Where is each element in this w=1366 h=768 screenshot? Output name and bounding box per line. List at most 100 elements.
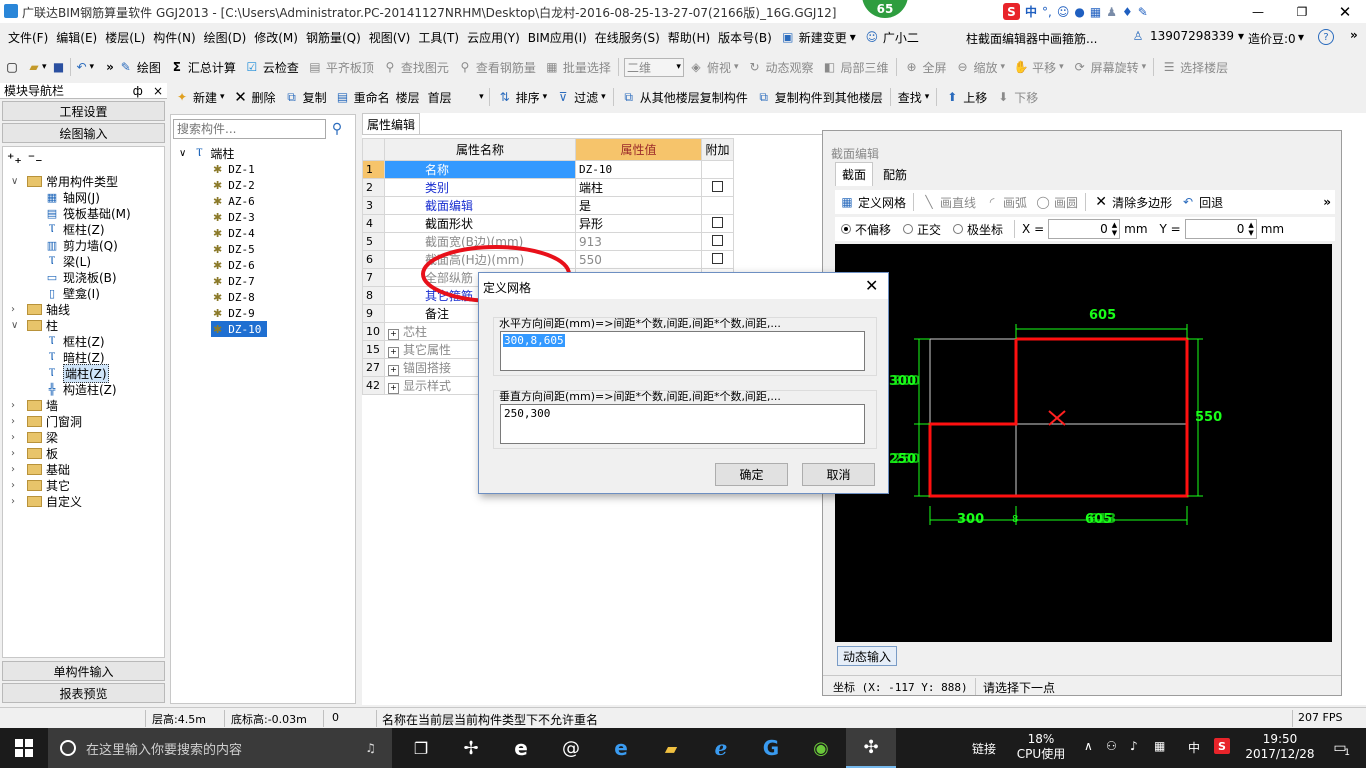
property-value[interactable]: 是 — [575, 196, 702, 215]
nav-tree-item[interactable]: ∨ 柱 — [11, 317, 58, 333]
tree-collapsed-icon[interactable]: › — [11, 432, 23, 443]
horizontal-spacing-input[interactable]: 300,8,605 — [500, 331, 865, 371]
component-item[interactable]: ✱ DZ-1 — [213, 161, 255, 177]
undo-icon[interactable]: ↶ — [74, 59, 90, 75]
copy-from-floor-button[interactable]: ⧉ 从其他楼层复制构件 — [617, 86, 752, 108]
expand-plus-icon[interactable]: + — [388, 365, 399, 376]
nav-tree-item[interactable]: › 门窗洞 — [11, 413, 82, 429]
expand-all-icon[interactable]: ⁺₊ — [7, 151, 22, 167]
search-icon[interactable]: ⚲ — [326, 119, 348, 139]
nav-tree-item[interactable]: ▤ 筏板基础(M) — [45, 205, 131, 221]
tray-sogou-icon[interactable]: S — [1214, 738, 1230, 754]
properties-tab[interactable]: 属性编辑 — [362, 113, 420, 134]
property-value[interactable]: 异形 — [575, 214, 702, 233]
menu-view[interactable]: 视图(V) — [365, 26, 415, 48]
copy-button[interactable]: ⧉ 复制 — [280, 86, 331, 108]
component-item[interactable]: ✱ DZ-7 — [213, 273, 255, 289]
menu-cloud[interactable]: 云应用(Y) — [463, 26, 524, 48]
account-phone[interactable]: ♙ 13907298339 ▾ — [1130, 28, 1244, 44]
define-grid-button[interactable]: ▦ 定义网格 — [835, 191, 910, 213]
tab-reinforcement[interactable]: 配筋 — [873, 163, 917, 186]
pin-icon[interactable]: ф — [133, 84, 143, 98]
component-item[interactable]: ✱ DZ-9 — [213, 305, 255, 321]
component-item[interactable]: ✱ DZ-6 — [213, 257, 255, 273]
menu-online[interactable]: 在线服务(S) — [591, 26, 664, 48]
menu-file[interactable]: 文件(F) — [4, 26, 52, 48]
section-canvas[interactable]: 605 550 300 300 250 250 300 8 605 613 — [835, 244, 1332, 642]
report-preview-button[interactable]: 报表预览 — [2, 683, 165, 703]
tree-expanded-icon[interactable]: ∨ — [11, 176, 23, 187]
component-search-input[interactable] — [173, 119, 326, 139]
dynamic-input-button[interactable]: 动态输入 — [837, 646, 897, 666]
radio-no-offset[interactable] — [841, 224, 851, 234]
tray-network-icon[interactable]: ⚇ — [1106, 739, 1117, 753]
menu-floor[interactable]: 楼层(L) — [101, 26, 149, 48]
collapse-chevron-icon[interactable]: ∨ — [179, 148, 186, 159]
menu-version[interactable]: 版本号(B) — [714, 26, 776, 48]
assistant-button[interactable]: ☺ 广小二 — [860, 26, 923, 48]
component-item[interactable]: ✱ DZ-2 — [213, 177, 255, 193]
menu-help[interactable]: 帮助(H) — [664, 26, 714, 48]
menu-component[interactable]: 构件(N) — [149, 26, 199, 48]
component-item[interactable]: ✱ DZ-4 — [213, 225, 255, 241]
nav-tree-item[interactable]: › 墙 — [11, 397, 58, 413]
app-fan-icon[interactable]: ✢ — [446, 738, 496, 759]
fullscreen-button[interactable]: ⊕ 全屏 — [900, 56, 951, 78]
nav-tree-item[interactable]: Ⲧ 框柱(Z) — [45, 333, 105, 349]
delete-button[interactable]: ✕ 删除 — [229, 86, 280, 108]
expand-plus-icon[interactable]: + — [388, 383, 399, 394]
taskbar-search[interactable]: 在这里输入你要搜索的内容 ♫ — [48, 728, 392, 768]
help-icon[interactable]: ? — [1318, 29, 1334, 45]
menu-tools[interactable]: 工具(T) — [414, 26, 463, 48]
flat-top-button[interactable]: ▤ 平齐板顶 — [303, 56, 378, 78]
task-view-icon[interactable]: ❐ — [396, 739, 446, 758]
floor-select[interactable]: 首层 ▾ — [426, 88, 486, 107]
user-icon[interactable]: ♟ — [1106, 5, 1117, 19]
nav-tree-item[interactable]: ▭ 现浇板(B) — [45, 269, 117, 285]
price-beans-dropdown[interactable]: ▾ — [1298, 30, 1304, 44]
draw-line-button[interactable]: ╲ 画直线 — [917, 191, 980, 213]
x-input[interactable]: 0 ▲ ▼ — [1048, 219, 1121, 239]
cloud-check-button[interactable]: ☑ 云检查 — [240, 56, 303, 78]
expand-plus-icon[interactable]: + — [388, 347, 399, 358]
dynamic-view-button[interactable]: ↻ 动态观察 — [742, 56, 817, 78]
tab-section[interactable]: 截面 — [835, 162, 874, 186]
sum-calc-button[interactable]: Σ 汇总计算 — [165, 56, 240, 78]
nav-tree-item[interactable]: ╬ 构造柱(Z) — [45, 381, 117, 397]
nav-tree-item[interactable]: › 基础 — [11, 461, 70, 477]
view-mode-select[interactable]: 二维 ▾ — [623, 57, 684, 77]
app-edge-icon[interactable]: e — [596, 736, 646, 760]
property-value[interactable]: 端柱 — [575, 178, 702, 197]
app-explorer-icon[interactable]: ▰ — [646, 739, 696, 758]
wrench-icon[interactable]: ✎ — [1138, 5, 1148, 19]
draw-arc-button[interactable]: ◜ 画弧 — [980, 191, 1031, 213]
collapse-all-icon[interactable]: ⁻₋ — [28, 151, 43, 167]
tree-collapsed-icon[interactable]: › — [11, 480, 23, 491]
nav-tree-item[interactable]: ▥ 剪力墙(Q) — [45, 237, 118, 253]
nav-tree-item[interactable]: › 板 — [11, 445, 58, 461]
clear-polygon-button[interactable]: ✕ 清除多边形 — [1089, 191, 1176, 213]
section-toolbar-more-icon[interactable]: » — [1323, 195, 1331, 209]
move-down-button[interactable]: ⬇ 下移 — [991, 86, 1042, 108]
property-row[interactable]: 2 类别 端柱 — [362, 178, 734, 197]
ime-toolbar[interactable]: S 中 °, ☺ ● ▦ ♟ ♦ ✎ — [1003, 2, 1148, 21]
cpu-usage[interactable]: 18% CPU使用 — [1016, 732, 1066, 762]
mic-icon[interactable]: ● — [1074, 5, 1084, 19]
ime-punct[interactable]: °, — [1042, 5, 1052, 19]
app-ie-icon[interactable]: e — [496, 736, 546, 760]
tree-collapsed-icon[interactable]: › — [11, 400, 23, 411]
extra-checkbox[interactable] — [712, 234, 723, 246]
tree-collapsed-icon[interactable]: › — [11, 304, 23, 315]
nav-tree-item[interactable]: Ⲧ 端柱(Z) — [45, 363, 109, 383]
component-item[interactable]: ✱ DZ-8 — [213, 289, 255, 305]
nav-tree-item[interactable]: Ⲧ 框柱(Z) — [45, 221, 105, 237]
radio-ortho[interactable] — [903, 224, 914, 234]
undo-button[interactable]: ↶ 回退 — [1176, 191, 1227, 213]
y-input[interactable]: 0 ▲ ▼ — [1184, 219, 1257, 239]
cancel-button[interactable]: 取消 — [802, 463, 875, 486]
component-root[interactable]: ∨ Ⲧ 端柱 — [179, 145, 234, 161]
expand-plus-icon[interactable]: + — [388, 329, 399, 340]
top-view-button[interactable]: ◈ 俯视 ▾ — [684, 56, 743, 78]
draw-button[interactable]: ✎ 绘图 — [114, 56, 165, 78]
price-beans[interactable]: 造价豆:0 — [1248, 30, 1296, 47]
